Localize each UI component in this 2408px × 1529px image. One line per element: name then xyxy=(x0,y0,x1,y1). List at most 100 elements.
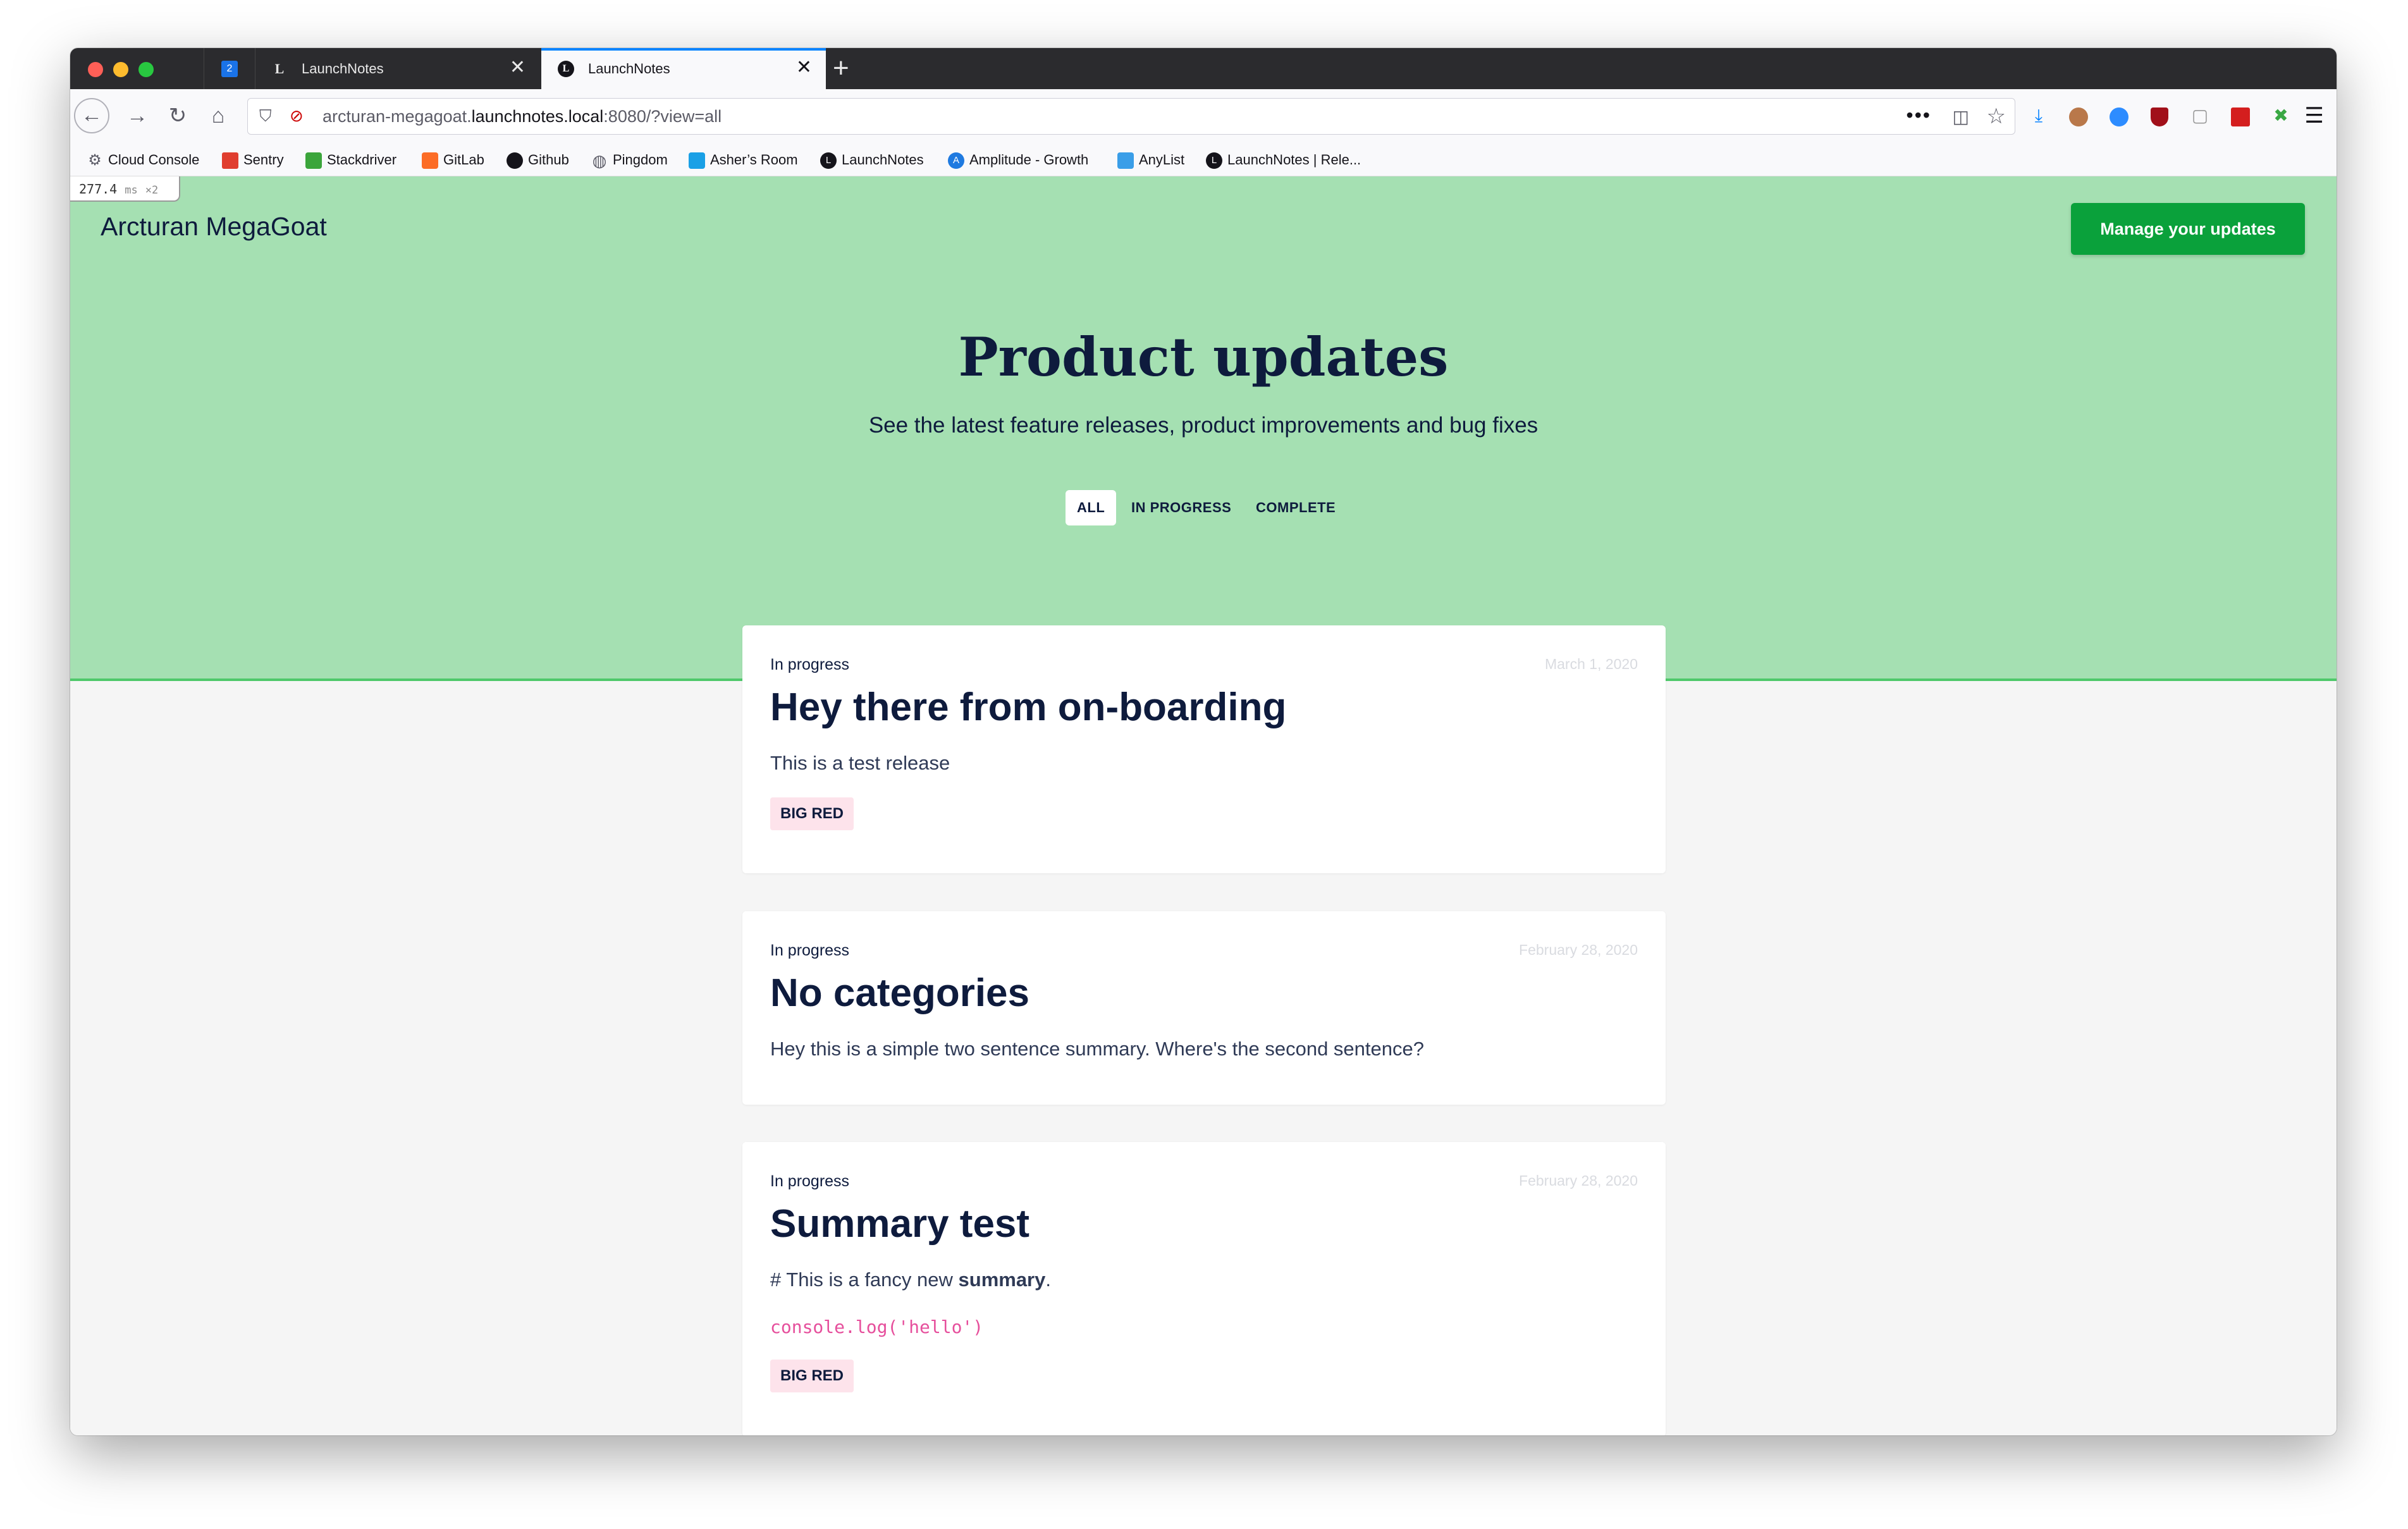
bookmark-label: LaunchNotes xyxy=(842,152,924,168)
back-button[interactable]: ← xyxy=(74,98,109,133)
bookmark-pingdom[interactable]: ◍ Pingdom xyxy=(591,152,668,169)
ublock-icon[interactable] xyxy=(2148,104,2171,127)
extension-icon[interactable]: ▢ xyxy=(2189,104,2211,127)
category-tag[interactable]: BIG RED xyxy=(770,797,854,830)
brand-name[interactable]: Arcturan MegaGoat xyxy=(101,212,327,242)
gear-icon: ⚙ xyxy=(88,152,102,169)
downloads-icon[interactable]: ⤓ xyxy=(2027,104,2050,127)
perf-unit: ms xyxy=(125,184,138,197)
page-actions-icon[interactable]: ••• xyxy=(1906,104,1931,127)
card-date: February 28, 2020 xyxy=(1519,1172,1638,1189)
card-summary: Hey this is a simple two sentence summar… xyxy=(770,1038,1424,1060)
bookmarks-bar: ⚙ Cloud Console Sentry Stackdriver GitLab… xyxy=(70,144,2337,176)
window-maximize-button[interactable] xyxy=(138,62,154,77)
page-title: Product updates xyxy=(958,326,1449,388)
bookmark-amplitude[interactable]: A Amplitude - Growth xyxy=(948,152,1088,169)
forward-button[interactable]: → xyxy=(120,98,155,133)
bookmark-launchnotes[interactable]: L LaunchNotes xyxy=(820,152,924,169)
pocket-icon[interactable]: ◫ xyxy=(1953,106,1969,127)
stackdriver-icon xyxy=(305,152,322,169)
tab-label: LaunchNotes xyxy=(302,61,384,77)
url-suffix: :8080/?view=all xyxy=(603,107,722,126)
launchnotes-icon: L xyxy=(820,152,837,169)
update-card[interactable]: In progress February 28, 2020 Summary te… xyxy=(742,1142,1666,1435)
summary-bold-text: summary xyxy=(958,1268,1046,1291)
bookmark-star-icon[interactable]: ☆ xyxy=(1987,104,2006,129)
card-status: In progress xyxy=(770,942,850,959)
room-icon xyxy=(689,152,705,169)
bookmark-label: Asher’s Room xyxy=(710,152,798,168)
bookmark-label: GitLab xyxy=(443,152,484,168)
perf-value: 277.4 xyxy=(79,181,118,197)
bookmark-label: Github xyxy=(528,152,569,168)
pinned-tab[interactable]: 2 xyxy=(204,48,255,89)
profile-avatar-icon[interactable] xyxy=(2067,104,2090,127)
shield-icon[interactable]: ⛉ xyxy=(259,106,272,126)
url-text[interactable]: arcturan-megagoat.launchnotes.local:8080… xyxy=(322,107,722,126)
bookmark-gitlab[interactable]: GitLab xyxy=(422,152,484,169)
bookmark-label: LaunchNotes | Rele... xyxy=(1227,152,1361,168)
tab-launchnotes-1[interactable]: L LaunchNotes ✕ xyxy=(255,48,539,89)
card-date: March 1, 2020 xyxy=(1544,656,1638,672)
insecure-lock-icon[interactable]: ⊘ xyxy=(290,106,304,126)
amplitude-icon: A xyxy=(948,152,964,169)
summary-text: . xyxy=(1045,1268,1051,1291)
tools-icon[interactable]: ✖ xyxy=(2270,104,2292,127)
category-tag[interactable]: BIG RED xyxy=(770,1360,854,1392)
perf-multiplier: ×2 xyxy=(145,184,159,197)
manage-updates-button[interactable]: Manage your updates xyxy=(2071,203,2305,255)
window-close-button[interactable] xyxy=(88,62,103,77)
hamburger-menu-icon[interactable]: ☰ xyxy=(2305,103,2324,128)
github-icon xyxy=(507,152,523,169)
launchnotes-icon: L xyxy=(1206,152,1222,169)
page-subtitle: See the latest feature releases, product… xyxy=(868,413,1539,438)
window-minimize-button[interactable] xyxy=(113,62,128,77)
bookmark-label: Sentry xyxy=(243,152,284,168)
card-date: February 28, 2020 xyxy=(1519,942,1638,958)
code-snippet: console.log('hello') xyxy=(770,1317,984,1337)
hero-banner: Arcturan MegaGoat Manage your updates Pr… xyxy=(70,176,2337,681)
card-title[interactable]: Hey there from on-boarding xyxy=(770,685,1286,730)
bookmark-label: Pingdom xyxy=(613,152,668,168)
filter-in-progress-tab[interactable]: IN PROGRESS xyxy=(1120,490,1243,525)
url-host: launchnotes.local xyxy=(471,107,604,126)
card-title[interactable]: Summary test xyxy=(770,1201,1029,1246)
perf-timing-badge: 277.4 ms ×2 xyxy=(70,176,180,202)
page-viewport: Arcturan MegaGoat Manage your updates Pr… xyxy=(70,176,2337,1435)
filter-complete-tab[interactable]: COMPLETE xyxy=(1244,490,1347,525)
close-icon[interactable]: ✕ xyxy=(510,57,525,78)
card-title[interactable]: No categories xyxy=(770,971,1029,1016)
bookmark-cloud-console[interactable]: ⚙ Cloud Console xyxy=(87,152,199,169)
tab-launchnotes-2[interactable]: L LaunchNotes ✕ xyxy=(541,48,826,89)
card-status: In progress xyxy=(770,656,850,673)
gitlab-icon xyxy=(422,152,438,169)
update-card[interactable]: In progress March 1, 2020 Hey there from… xyxy=(742,625,1666,873)
bookmark-github[interactable]: Github xyxy=(507,152,569,169)
bookmark-stackdriver[interactable]: Stackdriver xyxy=(305,152,396,169)
new-tab-button[interactable]: + xyxy=(833,53,849,83)
pdf-icon[interactable] xyxy=(2229,104,2252,127)
close-icon[interactable]: ✕ xyxy=(796,57,812,78)
card-summary: This is a test release xyxy=(770,752,950,774)
summary-text: # This is a fancy new xyxy=(770,1268,959,1291)
tab-label: LaunchNotes xyxy=(588,61,670,77)
bookmark-anylist[interactable]: AnyList xyxy=(1117,152,1184,169)
calendar-icon: 2 xyxy=(221,61,238,77)
url-bar[interactable]: ⛉ ⊘ arcturan-megagoat.launchnotes.local:… xyxy=(247,98,2015,135)
bookmark-launchnotes-release[interactable]: L LaunchNotes | Rele... xyxy=(1206,152,1361,169)
bookmark-label: Amplitude - Growth xyxy=(969,152,1089,168)
card-status: In progress xyxy=(770,1172,850,1190)
filter-all-tab[interactable]: ALL xyxy=(1066,490,1117,525)
home-button[interactable]: ⌂ xyxy=(200,98,236,133)
bookmark-sentry[interactable]: Sentry xyxy=(222,152,284,169)
bookmark-ashers-room[interactable]: Asher’s Room xyxy=(689,152,798,169)
reload-button[interactable]: ↻ xyxy=(160,98,195,133)
nav-toolbar: ← → ↻ ⌂ ⛉ ⊘ arcturan-megagoat.launchnote… xyxy=(70,89,2337,144)
url-prefix: arcturan-megagoat. xyxy=(322,107,472,126)
launchnotes-icon: L xyxy=(274,61,285,77)
launchnotes-icon: L xyxy=(558,61,574,77)
list-icon xyxy=(1117,152,1134,169)
update-card[interactable]: In progress February 28, 2020 No categor… xyxy=(742,911,1666,1105)
tab-strip: 2 L LaunchNotes ✕ L LaunchNotes ✕ + xyxy=(70,48,2337,89)
zoom-icon[interactable] xyxy=(2108,104,2130,127)
